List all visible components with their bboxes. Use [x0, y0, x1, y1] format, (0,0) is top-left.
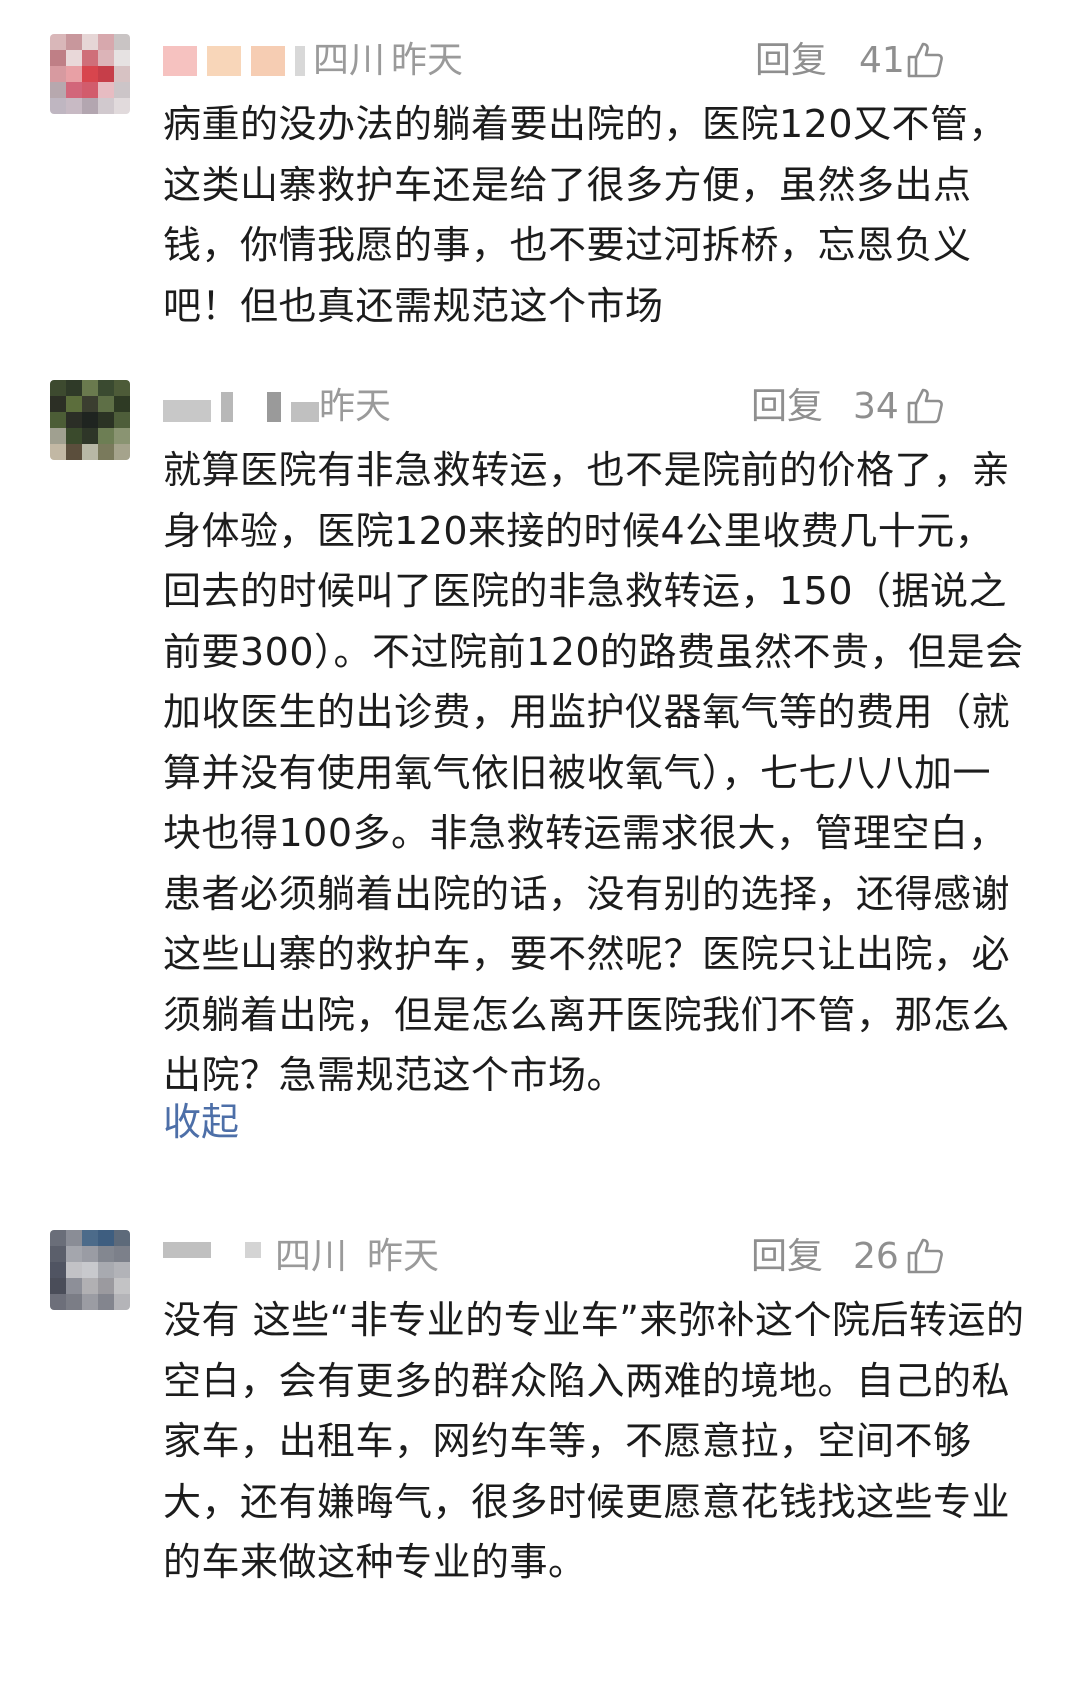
comment-time: 昨天: [319, 386, 392, 427]
comment-item: 四川 昨天 回复 26 没有 这些“非专业的专业车”来弥补这个院后转运的空白，会…: [0, 1230, 1074, 1620]
comment-text: 就算医院有非急救转运，也不是院前的价格了，亲身体验，医院120来接的时候4公里收…: [163, 448, 1024, 1097]
username-blurred[interactable]: [163, 392, 319, 422]
thumbs-up-icon[interactable]: [905, 40, 945, 80]
username-blurred[interactable]: [163, 1242, 261, 1258]
avatar[interactable]: [50, 1230, 130, 1310]
comment-time: 昨天: [367, 1236, 440, 1277]
comment-meta: 昨天 回复 34: [163, 380, 1023, 436]
comment-location: 四川: [313, 40, 386, 81]
reply-button[interactable]: 回复: [751, 384, 823, 430]
comment-meta: 四川 昨天 回复 26: [163, 1230, 1023, 1286]
comment-text: 没有 这些“非专业的专业车”来弥补这个院后转运的空白，会有更多的群众陷入两难的境…: [163, 1298, 1025, 1584]
reply-button[interactable]: 回复: [755, 38, 827, 84]
reply-button[interactable]: 回复: [751, 1234, 823, 1280]
comment-item: 四川 昨天 回复 41 病重的没办法的躺着要出院的，医院120又不管，这类山寨救…: [0, 34, 1074, 334]
comment-location: 四川: [275, 1236, 348, 1277]
avatar[interactable]: [50, 34, 130, 114]
collapse-link[interactable]: 收起: [163, 1092, 239, 1152]
username-blurred[interactable]: [163, 46, 305, 76]
like-count: 26: [853, 1236, 899, 1277]
like-count: 41: [859, 40, 905, 81]
thumbs-up-icon[interactable]: [905, 386, 945, 426]
comment-time: 昨天: [391, 40, 464, 81]
avatar[interactable]: [50, 380, 130, 460]
thumbs-up-icon[interactable]: [905, 1236, 945, 1276]
comment-meta: 四川 昨天 回复 41: [163, 34, 1023, 90]
comment-text: 病重的没办法的躺着要出院的，医院120又不管，这类山寨救护车还是给了很多方便，虽…: [163, 102, 1008, 328]
comment-item: 昨天 回复 34 就算医院有非急救转运，也不是院前的价格了，亲身体验，医院120…: [0, 380, 1074, 1160]
like-count: 34: [853, 386, 899, 427]
